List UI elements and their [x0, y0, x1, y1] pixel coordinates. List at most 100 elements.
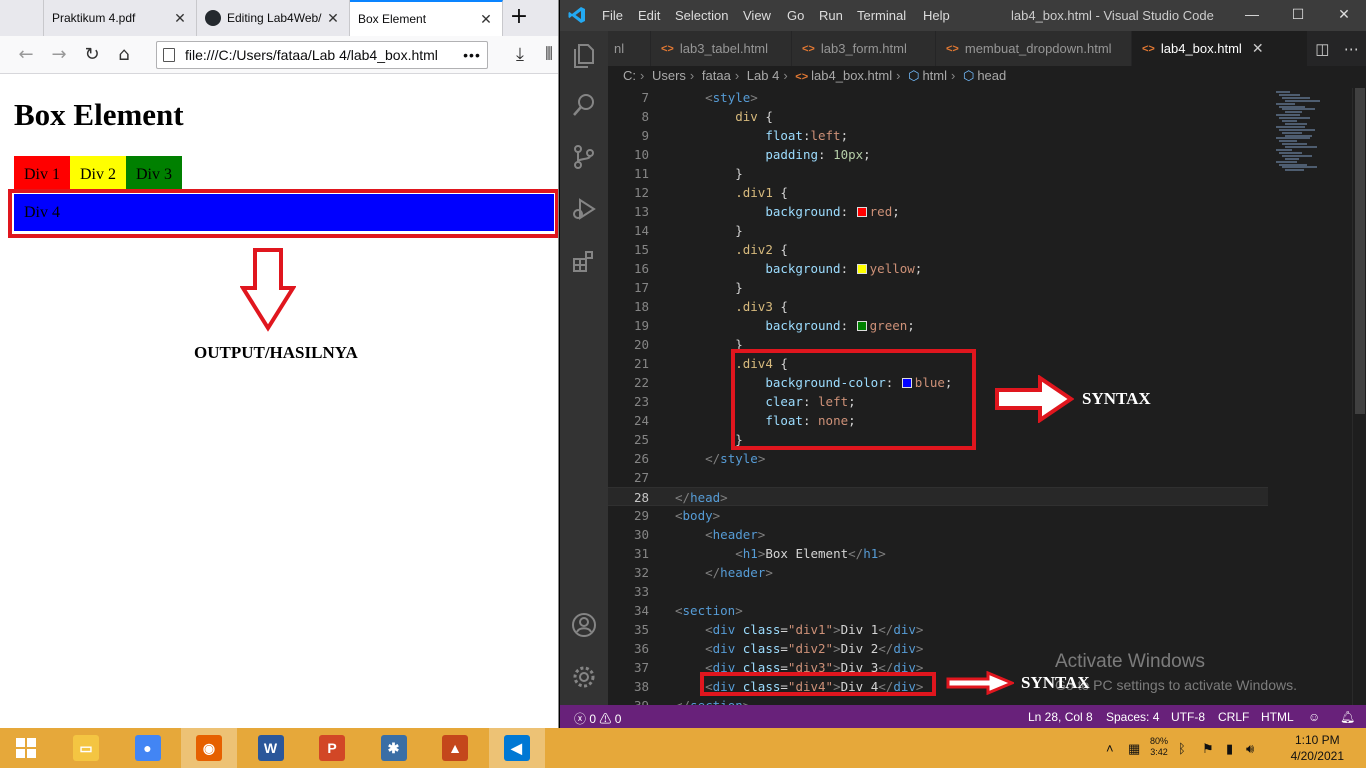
tab-partial[interactable]: nl — [608, 31, 651, 66]
code-line[interactable]: 17 } — [608, 278, 1268, 297]
download-icon[interactable]: ⤓ — [506, 41, 534, 69]
network-icon[interactable]: ▦ — [1128, 741, 1140, 757]
code-line[interactable]: 10 padding: 10px; — [608, 145, 1268, 164]
breadcrumb-item[interactable]: head — [977, 68, 1006, 83]
cursor-position[interactable]: Ln 28, Col 8 — [1028, 710, 1093, 724]
code-line[interactable]: 34 <section> — [608, 601, 1268, 620]
code-line[interactable]: 13 background: red; — [608, 202, 1268, 221]
code-line[interactable]: 14 } — [608, 221, 1268, 240]
settings-gear-icon[interactable] — [570, 663, 598, 691]
split-editor-icon[interactable]: ◫ — [1315, 40, 1329, 58]
run-debug-icon[interactable] — [570, 195, 598, 223]
notifications-bell-icon[interactable]: 🔔︎ — [1340, 710, 1355, 724]
taskbar-app-button[interactable]: ▭ — [58, 728, 114, 768]
code-line[interactable]: 33 — [608, 582, 1268, 601]
breadcrumb-item[interactable]: fataa — [702, 68, 731, 83]
code-line[interactable]: 39 </section> — [608, 696, 1268, 705]
new-tab-button[interactable]: + — [505, 4, 533, 32]
breadcrumb-item[interactable]: html — [922, 68, 947, 83]
encoding[interactable]: UTF-8 — [1171, 710, 1205, 724]
code-line[interactable]: 12 .div1 { — [608, 183, 1268, 202]
reload-icon[interactable]: ↻ — [78, 41, 106, 69]
close-icon[interactable]: ✕ — [325, 10, 341, 27]
taskbar-app-button[interactable]: P — [304, 728, 360, 768]
taskbar-app-button[interactable]: ✱ — [366, 728, 422, 768]
menu-terminal[interactable]: Terminal — [857, 8, 906, 23]
minimap[interactable] — [1268, 88, 1352, 705]
editor-scrollbar[interactable] — [1352, 88, 1366, 705]
menu-selection[interactable]: Selection — [675, 8, 728, 23]
menu-help[interactable]: Help — [923, 8, 950, 23]
breadcrumb-item[interactable]: Lab 4 — [747, 68, 780, 83]
tray-chevron-icon[interactable]: ˄ — [1106, 741, 1114, 756]
clock[interactable]: 1:10 PM 4/20/2021 — [1291, 732, 1344, 764]
code-line[interactable]: 31 <h1>Box Element</h1> — [608, 544, 1268, 563]
tab-box-element[interactable]: Box Element ✕ — [350, 0, 503, 36]
close-window-icon[interactable]: ✕ — [1334, 6, 1354, 23]
source-control-icon[interactable] — [570, 143, 598, 171]
code-line[interactable]: 32 </header> — [608, 563, 1268, 582]
tab-lab4-box[interactable]: <> lab4_box.html ✕ — [1132, 31, 1308, 66]
code-line[interactable]: 19 background: green; — [608, 316, 1268, 335]
breadcrumb-item[interactable]: C: — [623, 68, 636, 83]
flag-icon[interactable]: ⚑ — [1202, 741, 1214, 757]
code-line[interactable]: 18 .div3 { — [608, 297, 1268, 316]
bluetooth-icon[interactable]: ᛒ — [1178, 741, 1186, 756]
library-icon[interactable]: ⫴ — [538, 41, 558, 69]
tab-lab3-form[interactable]: <> lab3_form.html — [792, 31, 936, 66]
code-line[interactable]: 8 div { — [608, 107, 1268, 126]
home-icon[interactable]: ⌂ — [110, 41, 138, 69]
tab-membuat-dropdown[interactable]: <> membuat_dropdown.html — [936, 31, 1132, 66]
tab-editing-lab4web[interactable]: Editing Lab4Web/ ✕ — [197, 0, 350, 36]
code-line[interactable]: 29 <body> — [608, 506, 1268, 525]
start-button[interactable] — [0, 728, 52, 768]
tab-hidden[interactable] — [0, 0, 44, 36]
language-mode[interactable]: HTML — [1261, 710, 1294, 724]
code-line[interactable]: 15 .div2 { — [608, 240, 1268, 259]
more-actions-icon[interactable]: ⋯ — [1344, 40, 1359, 58]
indentation[interactable]: Spaces: 4 — [1106, 710, 1159, 724]
code-line[interactable]: 11 } — [608, 164, 1268, 183]
page-actions-icon[interactable]: ••• — [457, 47, 487, 63]
code-line[interactable]: 30 <header> — [608, 525, 1268, 544]
code-line[interactable]: 7 <style> — [608, 88, 1268, 107]
minimize-icon[interactable]: — — [1242, 6, 1262, 22]
code-line[interactable]: 26 </style> — [608, 449, 1268, 468]
taskbar-app-button[interactable]: W — [243, 728, 299, 768]
battery-readout[interactable]: 80% 3:42 — [1150, 736, 1168, 758]
explorer-icon[interactable] — [570, 41, 598, 69]
account-icon[interactable] — [570, 611, 598, 639]
tab-lab3-tabel[interactable]: <> lab3_tabel.html — [651, 31, 792, 66]
maximize-icon[interactable]: ☐ — [1288, 6, 1308, 23]
taskbar-app-button[interactable]: ▲ — [427, 728, 483, 768]
breadcrumb-item[interactable]: lab4_box.html — [811, 68, 892, 83]
battery-icon[interactable]: ▮ — [1226, 741, 1233, 757]
url-bar[interactable]: file:///C:/Users/fataa/Lab 4/lab4_box.ht… — [156, 41, 488, 69]
menu-run[interactable]: Run — [819, 8, 843, 23]
problems-indicator[interactable]: ⓧ 0 ⚠ 0 — [574, 710, 621, 727]
line-ending[interactable]: CRLF — [1218, 710, 1249, 724]
search-icon[interactable] — [570, 91, 598, 119]
menu-view[interactable]: View — [743, 8, 771, 23]
code-line[interactable]: 28 </head> — [608, 487, 1268, 506]
menu-edit[interactable]: Edit — [638, 8, 660, 23]
close-icon[interactable]: ✕ — [172, 10, 188, 27]
code-line[interactable]: 27 — [608, 468, 1268, 487]
code-line[interactable]: 35 <div class="div1">Div 1</div> — [608, 620, 1268, 639]
close-icon[interactable]: ✕ — [478, 11, 494, 28]
code-line[interactable]: 9 float:left; — [608, 126, 1268, 145]
volume-icon[interactable]: 🔊︎ — [1246, 741, 1254, 757]
close-icon[interactable]: ✕ — [1252, 40, 1264, 57]
forward-arrow-icon[interactable]: → — [45, 41, 73, 69]
back-arrow-icon[interactable]: ← — [12, 41, 40, 69]
taskbar-app-button[interactable]: ◉ — [181, 728, 237, 768]
menu-go[interactable]: Go — [787, 8, 804, 23]
breadcrumb-item[interactable]: Users — [652, 68, 686, 83]
code-line[interactable]: 16 background: yellow; — [608, 259, 1268, 278]
menu-file[interactable]: File — [602, 8, 623, 23]
scrollbar-thumb[interactable] — [1355, 88, 1365, 414]
tab-praktikum-pdf[interactable]: Praktikum 4.pdf ✕ — [44, 0, 197, 36]
extensions-icon[interactable] — [570, 247, 598, 275]
taskbar-app-button[interactable]: ◀ — [488, 728, 545, 768]
taskbar-app-button[interactable]: ● — [120, 728, 176, 768]
